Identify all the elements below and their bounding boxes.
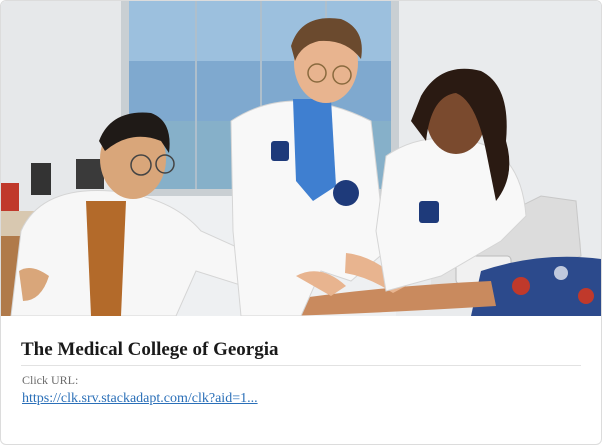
ad-title[interactable]: The Medical College of Georgia [21, 339, 581, 361]
click-url-label: Click URL: [22, 373, 79, 387]
divider [21, 365, 581, 366]
hero-image[interactable] [1, 1, 601, 316]
ad-card[interactable]: The Medical College of Georgia Click URL… [0, 0, 602, 445]
click-url-link[interactable]: https://clk.srv.stackadapt.com/clk?aid=1… [22, 391, 258, 407]
